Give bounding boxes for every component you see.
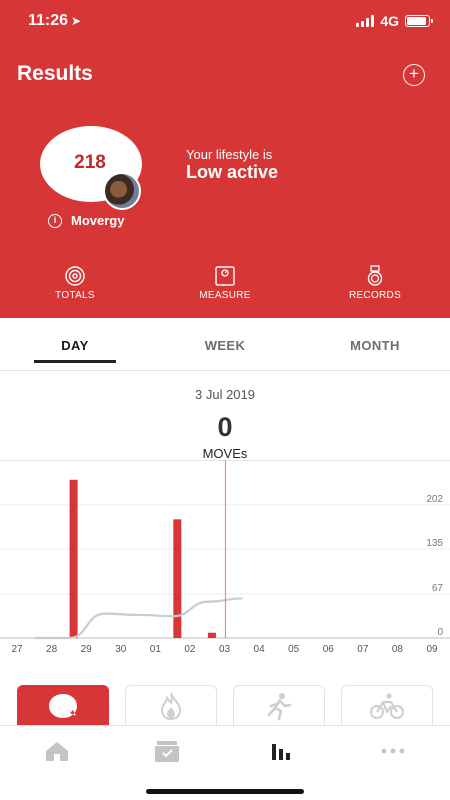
- tab-active-indicator: [34, 360, 116, 363]
- running-icon: [267, 692, 292, 720]
- y-tick-label: 135: [426, 538, 443, 549]
- category-movergy[interactable]: [17, 685, 109, 725]
- bar: [207, 632, 216, 638]
- bar: [69, 479, 78, 638]
- bar-chart-icon: [272, 744, 290, 760]
- moves-value: 0: [217, 412, 233, 442]
- x-tick-label: 08: [392, 644, 404, 655]
- trend-line: [35, 597, 243, 640]
- movergy-icon: [49, 693, 77, 718]
- more-icon: [381, 748, 405, 754]
- status-time: 11:26 ➤: [28, 12, 81, 30]
- clock-text: 11:26: [28, 12, 69, 29]
- bar: [173, 519, 182, 638]
- nav-home[interactable]: [42, 738, 72, 764]
- flame-icon: [160, 692, 182, 720]
- measure-label: MEASURE: [199, 290, 251, 301]
- totals-icon: [65, 266, 85, 286]
- location-arrow-icon: ➤: [71, 14, 82, 28]
- lifestyle-value: Low active: [186, 162, 279, 182]
- x-tick-label: 03: [219, 644, 231, 655]
- plus-circle-icon: +: [409, 64, 419, 83]
- x-tick-label: 07: [357, 644, 369, 655]
- x-tick-label: 09: [426, 644, 438, 655]
- status-indicators: 4G: [356, 13, 433, 29]
- y-tick-label: 202: [426, 494, 443, 505]
- x-tick-label: 04: [254, 644, 266, 655]
- x-tick-label: 06: [323, 644, 335, 655]
- battery-level: [407, 17, 426, 25]
- x-tick-label: 30: [115, 644, 127, 655]
- tab-day[interactable]: DAY: [34, 338, 116, 353]
- inbox-icon: [155, 741, 179, 762]
- x-tick-label: 02: [184, 644, 196, 655]
- page-title: Results: [17, 62, 93, 85]
- category-cycling[interactable]: [341, 685, 433, 725]
- status-bar: 11:26 ➤ 4G: [0, 0, 450, 44]
- nav-more[interactable]: [378, 738, 408, 764]
- lifestyle-prefix: Your lifestyle is: [186, 147, 273, 162]
- movergy-label: Movergy: [71, 213, 125, 228]
- nav-results[interactable]: [266, 738, 296, 764]
- battery-icon: [405, 15, 433, 27]
- results-header: Results + 218 i Movergy Your lifestyle i…: [0, 0, 450, 318]
- records-button[interactable]: RECORDS: [330, 265, 420, 301]
- medal-icon: [367, 265, 383, 286]
- x-tick-label: 01: [150, 644, 162, 655]
- y-tick-label: 67: [432, 583, 444, 594]
- records-label: RECORDS: [348, 290, 402, 301]
- tab-week[interactable]: WEEK: [184, 338, 266, 353]
- moves-chart[interactable]: 0 67 135 202 27 28 29 30 01 02 03 04 05 06 07 08 09: [0, 460, 450, 660]
- selected-date: 3 Jul 2019: [195, 387, 255, 402]
- x-tick-label: 29: [81, 644, 93, 655]
- divider: [0, 370, 450, 371]
- cycling-icon: [370, 692, 404, 719]
- y-tick-label: 0: [437, 627, 443, 638]
- category-running[interactable]: [233, 685, 325, 725]
- tab-month[interactable]: MONTH: [334, 338, 416, 353]
- avatar[interactable]: [103, 172, 141, 210]
- moves-unit: MOVEs: [202, 446, 248, 461]
- network-type: 4G: [380, 13, 399, 29]
- movergy-score-value: 218: [74, 152, 106, 173]
- totals-button[interactable]: TOTALS: [30, 265, 120, 301]
- x-tick-label: 05: [288, 644, 300, 655]
- activity-categories: [0, 685, 450, 725]
- home-indicator: [146, 789, 304, 794]
- x-tick-label: 28: [46, 644, 58, 655]
- cellular-signal-icon: [356, 15, 375, 27]
- measure-button[interactable]: MEASURE: [180, 265, 270, 301]
- category-calories[interactable]: [125, 685, 217, 725]
- scale-icon: [215, 266, 235, 286]
- add-button[interactable]: +: [403, 64, 425, 86]
- x-tick-label: 27: [11, 644, 23, 655]
- nav-inbox[interactable]: [152, 738, 182, 764]
- totals-label: TOTALS: [55, 290, 95, 301]
- period-tabs: DAY WEEK MONTH: [0, 318, 450, 370]
- home-icon: [46, 742, 68, 761]
- info-icon[interactable]: i: [48, 214, 62, 228]
